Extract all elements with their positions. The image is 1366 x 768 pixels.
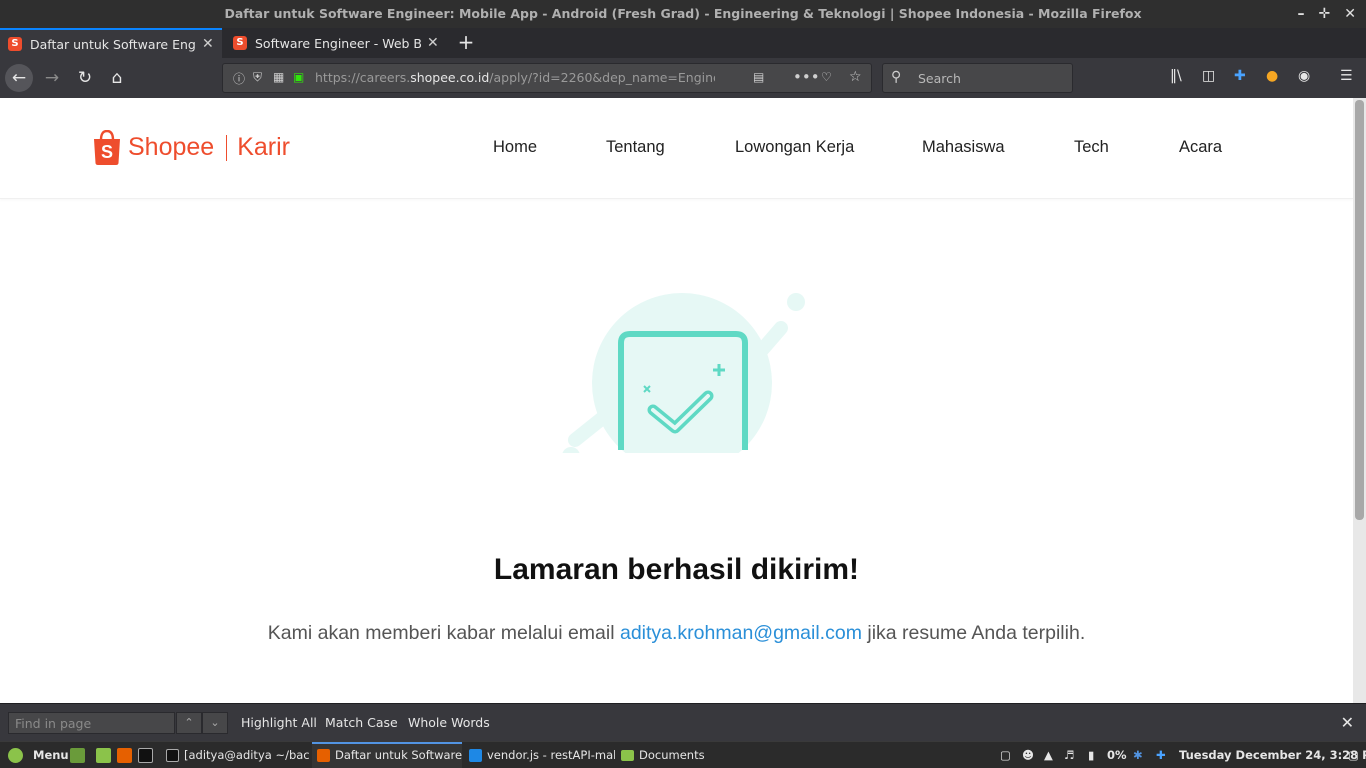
lock-icon[interactable]: ▣	[293, 70, 304, 84]
wifi-icon[interactable]: ▲	[1044, 742, 1053, 768]
close-tab-icon[interactable]: ✕	[202, 36, 214, 52]
taskbar-firefox[interactable]: Daftar untuk Software ...	[312, 742, 462, 768]
tab-title: Daftar untuk Software Engineer: Mobile A…	[30, 36, 196, 52]
menu-lowongan-kerja[interactable]: Lowongan Kerja	[735, 138, 854, 157]
tab-software-engineer[interactable]: S Software Engineer - Web Backend ✕	[225, 28, 447, 58]
match-case-toggle[interactable]: Match Case	[325, 715, 398, 730]
highlight-all-toggle[interactable]: Highlight All	[241, 715, 317, 730]
url-path: /apply/?id=2260&dep_name=Engineering %	[489, 70, 715, 85]
page-actions-icon[interactable]: •••	[793, 68, 820, 86]
system-taskbar: Menu [aditya@aditya ~/back... Daftar unt…	[0, 741, 1366, 768]
url-text[interactable]: https://careers.shopee.co.id/apply/?id=2…	[315, 70, 715, 85]
menu-button[interactable]: Menu	[33, 742, 69, 768]
account-icon[interactable]: ◉	[1298, 68, 1310, 84]
home-icon[interactable]: ⌂	[103, 64, 131, 92]
window-controls: – ✛ ✕	[1298, 0, 1356, 28]
find-next-icon[interactable]: ⌄	[202, 712, 228, 734]
library-icon[interactable]: ‖\	[1170, 68, 1182, 84]
web-page: S Shopee Karir Home Tentang Lowongan Ker…	[0, 98, 1353, 703]
tab-title: Software Engineer - Web Backend	[255, 35, 421, 51]
search-bar[interactable]: ⚲ Search	[882, 63, 1073, 93]
find-previous-icon[interactable]: ⌃	[176, 712, 202, 734]
maximize-icon[interactable]: ✛	[1319, 0, 1331, 28]
battery-percent: 0%	[1107, 748, 1127, 762]
pocket-icon[interactable]: ♡	[821, 70, 832, 84]
battery-icon[interactable]: ▮	[1088, 742, 1094, 768]
window-titlebar: Daftar untuk Software Engineer: Mobile A…	[0, 0, 1366, 28]
menu-acara[interactable]: Acara	[1179, 138, 1222, 157]
permissions-icon[interactable]: ▦	[273, 70, 284, 84]
shopee-favicon-icon: S	[233, 36, 247, 50]
show-desktop-icon[interactable]	[70, 748, 85, 763]
hamburger-menu-icon[interactable]: ☰	[1340, 68, 1353, 84]
clock[interactable]: Tuesday December 24, 3:28 PM	[1179, 742, 1366, 768]
mint-menu-icon[interactable]	[8, 748, 23, 763]
folder-icon	[621, 750, 634, 761]
url-domain: shopee.co.id	[410, 70, 490, 85]
menu-tech[interactable]: Tech	[1074, 138, 1109, 157]
minimize-icon[interactable]: –	[1298, 0, 1305, 28]
close-tab-icon[interactable]: ✕	[427, 35, 439, 51]
window-title: Daftar untuk Software Engineer: Mobile A…	[224, 6, 1142, 21]
desktop: Daftar untuk Software Engineer: Mobile A…	[0, 0, 1366, 768]
back-icon[interactable]: ←	[5, 64, 33, 92]
notes-icon[interactable]: ▢	[1000, 742, 1011, 768]
find-input[interactable]: Find in page	[8, 712, 175, 734]
terminal-launcher-icon[interactable]	[138, 748, 153, 763]
user-icon[interactable]: ☻	[1022, 742, 1034, 768]
firefox-monitor-icon[interactable]: ●	[1266, 68, 1278, 84]
firefox-launcher-icon[interactable]	[117, 748, 132, 763]
success-headline: Lamaran berhasil dikirim!	[493, 553, 860, 586]
new-tab-icon[interactable]: +	[452, 28, 480, 58]
site-header: S Shopee Karir Home Tentang Lowongan Ker…	[0, 98, 1353, 199]
message-before: Kami akan memberi kabar melalui email	[267, 622, 620, 644]
close-icon[interactable]: ✕	[1344, 0, 1356, 28]
files-icon[interactable]	[96, 748, 111, 763]
close-find-bar-icon[interactable]: ✕	[1341, 713, 1354, 732]
reader-view-icon[interactable]: ▤	[753, 70, 764, 84]
tray-extra-icon[interactable]: ▢	[1348, 742, 1359, 768]
menu-home[interactable]: Home	[493, 138, 537, 157]
taskbar-vscode[interactable]: vendor.js - restAPI-mak...	[487, 742, 615, 768]
whole-words-toggle[interactable]: Whole Words	[408, 715, 490, 730]
extension-icon[interactable]: ✚	[1234, 68, 1246, 84]
scrollbar-thumb[interactable]	[1355, 100, 1364, 520]
reload-icon[interactable]: ↻	[71, 64, 99, 92]
info-icon[interactable]: ⓘ	[233, 70, 245, 87]
navigation-toolbar: ← → ↻ ⌂ ⓘ ⛨ ▦ ▣ https://careers.shopee.c…	[0, 58, 1366, 98]
search-icon: ⚲	[891, 69, 902, 85]
search-placeholder: Search	[918, 71, 961, 86]
message-after: jika resume Anda terpilih.	[861, 622, 1086, 644]
page-scrollbar[interactable]	[1353, 98, 1366, 703]
url-bar[interactable]: ⓘ ⛨ ▦ ▣ https://careers.shopee.co.id/app…	[222, 63, 872, 93]
firefox-window-icon	[317, 749, 330, 762]
menu-mahasiswa[interactable]: Mahasiswa	[922, 138, 1005, 157]
find-bar: Find in page ⌃ ⌄ Highlight All Match Cas…	[0, 703, 1366, 741]
vscode-window-icon	[469, 749, 482, 762]
volume-icon[interactable]: ♬	[1064, 742, 1074, 768]
tab-daftar[interactable]: S Daftar untuk Software Engineer: Mobile…	[0, 28, 222, 58]
shopee-favicon-icon: S	[8, 37, 22, 51]
bookmark-star-icon[interactable]: ☆	[849, 69, 862, 85]
taskbar-terminal[interactable]: [aditya@aditya ~/back...	[184, 742, 309, 768]
email-link[interactable]: aditya.krohman@gmail.com	[620, 622, 862, 644]
tab-strip: S Daftar untuk Software Engineer: Mobile…	[0, 28, 1366, 58]
menu-tentang[interactable]: Tentang	[606, 138, 665, 157]
url-prefix: https://careers.	[315, 70, 411, 85]
sidebar-icon[interactable]: ◫	[1202, 68, 1215, 84]
site-menu: Home Tentang Lowongan Kerja Mahasiswa Te…	[0, 138, 1353, 162]
network-icon[interactable]: ✚	[1156, 742, 1166, 768]
forward-icon[interactable]: →	[38, 64, 66, 92]
bluetooth-icon[interactable]: ✱	[1133, 742, 1143, 768]
success-illustration	[555, 293, 815, 468]
terminal-window-icon	[166, 749, 179, 762]
success-message: Kami akan memberi kabar melalui email ad…	[0, 622, 1353, 645]
taskbar-documents[interactable]: Documents	[639, 742, 719, 768]
tracking-shield-icon[interactable]: ⛨	[253, 70, 262, 85]
